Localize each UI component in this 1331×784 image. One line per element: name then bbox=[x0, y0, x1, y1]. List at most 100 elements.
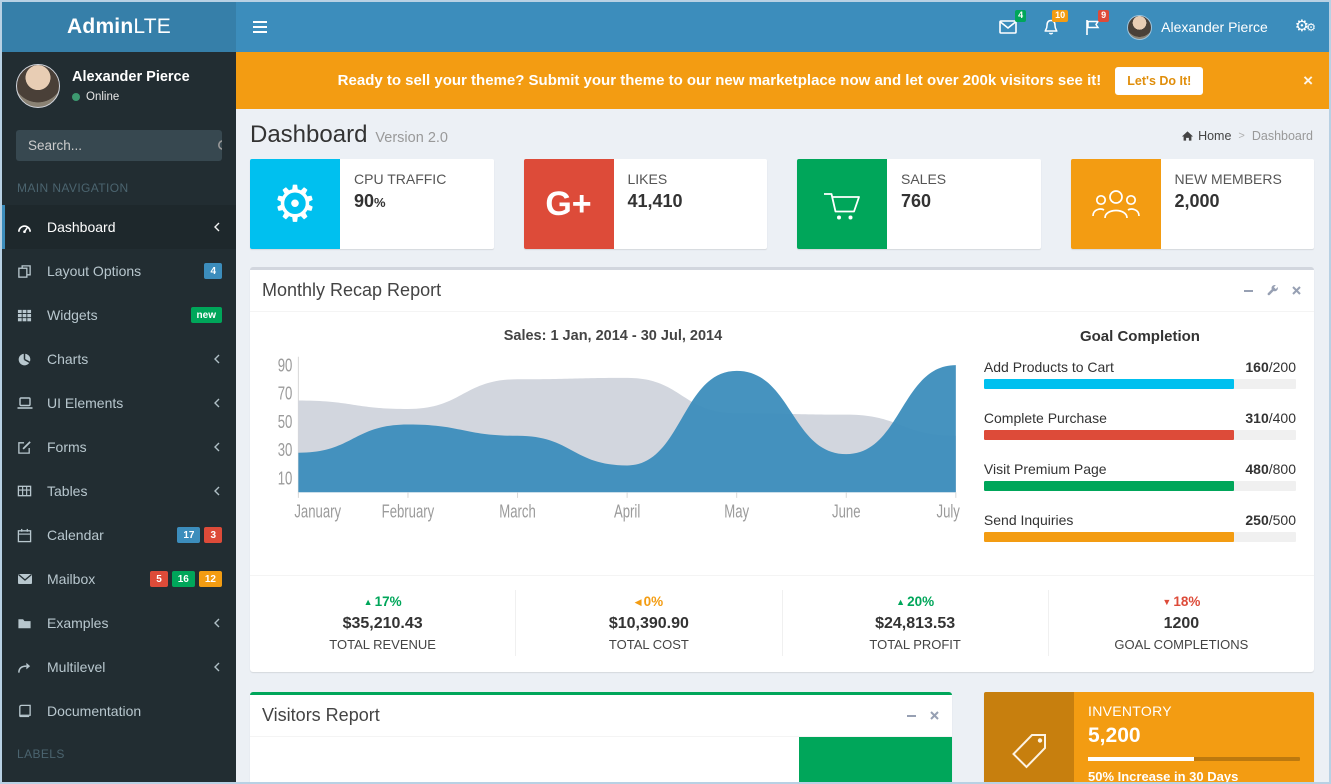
notifications-menu[interactable]: 10 bbox=[1030, 2, 1072, 52]
close-icon[interactable] bbox=[1291, 285, 1302, 296]
sidebar-item-layout-options[interactable]: Layout Options 4 bbox=[2, 249, 236, 293]
content-wrapper: Ready to sell your theme? Submit your th… bbox=[236, 52, 1329, 782]
envelope-icon bbox=[999, 20, 1017, 34]
svg-text:May: May bbox=[724, 503, 749, 522]
svg-text:March: March bbox=[499, 503, 536, 522]
sidebar-toggle-button[interactable] bbox=[236, 2, 284, 52]
sidebar-item-ui-elements[interactable]: UI Elements bbox=[2, 381, 236, 425]
info-box-label: LIKES bbox=[628, 171, 683, 187]
avatar bbox=[1127, 15, 1152, 40]
box-title: Monthly Recap Report bbox=[262, 280, 441, 301]
sidebar-item-dashboard[interactable]: Dashboard bbox=[2, 205, 236, 249]
users-icon bbox=[1071, 159, 1161, 249]
inventory-note: 50% Increase in 30 Days bbox=[1088, 769, 1300, 782]
top-navbar: 4 10 9 Alexander Pierce ⚙⚙ bbox=[236, 2, 1329, 52]
inventory-value: 5,200 bbox=[1088, 724, 1300, 748]
svg-text:February: February bbox=[382, 503, 435, 522]
inventory-box: INVENTORY 5,200 50% Increase in 30 Days bbox=[984, 692, 1314, 782]
calendar-icon bbox=[17, 528, 47, 543]
brand-bold: Admin bbox=[67, 15, 133, 39]
sidebar-item-examples[interactable]: Examples bbox=[2, 601, 236, 645]
chevron-left-icon bbox=[212, 353, 222, 365]
user-name: Alexander Pierce bbox=[1161, 19, 1268, 35]
svg-text:April: April bbox=[614, 503, 640, 522]
svg-text:July: July bbox=[937, 503, 960, 522]
messages-badge: 4 bbox=[1015, 10, 1026, 22]
sidebar-item-documentation[interactable]: Documentation bbox=[2, 689, 236, 733]
sidebar-item-forms[interactable]: Forms bbox=[2, 425, 236, 469]
table-icon bbox=[17, 484, 47, 498]
progress-bar bbox=[984, 430, 1234, 440]
stat-total-revenue: ▲17% $35,210.43 TOTAL REVENUE bbox=[250, 590, 516, 656]
bottom-row: Visitors Report bbox=[250, 692, 1314, 782]
sales-area-chart: 9070503010 JanuaryFebruaryMarchAprilMayJ… bbox=[264, 354, 962, 530]
sidebar-item-label: Dashboard bbox=[47, 219, 212, 235]
close-icon[interactable] bbox=[929, 710, 940, 721]
chart-title: Sales: 1 Jan, 2014 - 30 Jul, 2014 bbox=[264, 328, 962, 344]
sidebar-item-calendar[interactable]: Calendar 17 3 bbox=[2, 513, 236, 557]
chevron-left-icon bbox=[212, 397, 222, 409]
messages-menu[interactable]: 4 bbox=[986, 2, 1030, 52]
search-button[interactable] bbox=[217, 130, 222, 161]
pie-chart-icon bbox=[17, 352, 47, 367]
svg-text:30: 30 bbox=[278, 441, 293, 460]
caret-up-icon: ▲ bbox=[364, 597, 373, 607]
home-icon bbox=[1181, 130, 1194, 142]
inventory-progress-track bbox=[1088, 757, 1300, 761]
minimize-button[interactable] bbox=[1243, 285, 1254, 296]
minimize-button[interactable] bbox=[906, 710, 917, 721]
sidebar-item-label: UI Elements bbox=[47, 395, 212, 411]
envelope-icon bbox=[17, 573, 47, 585]
sidebar-item-label: Examples bbox=[47, 615, 212, 631]
lets-do-it-button[interactable]: Let's Do It! bbox=[1115, 67, 1203, 95]
app-window: AdminLTE 4 10 9 bbox=[0, 0, 1331, 784]
count-badge: 5 bbox=[150, 571, 168, 587]
sidebar-item-widgets[interactable]: Widgets new bbox=[2, 293, 236, 337]
sidebar-user-name: Alexander Pierce bbox=[72, 69, 190, 85]
control-sidebar-toggle[interactable]: ⚙⚙ bbox=[1282, 2, 1329, 52]
dashboard-icon bbox=[17, 220, 47, 234]
sidebar-user-panel: Alexander Pierce Online bbox=[2, 52, 236, 120]
sidebar-item-label: Tables bbox=[47, 483, 212, 499]
page-subtitle: Version 2.0 bbox=[375, 130, 448, 146]
sidebar-section-header: LABELS bbox=[2, 733, 236, 771]
tasks-menu[interactable]: 9 bbox=[1072, 2, 1113, 52]
info-box-likes: G+ LIKES 41,410 bbox=[524, 159, 768, 249]
close-icon[interactable]: × bbox=[1303, 71, 1313, 91]
files-icon bbox=[17, 264, 47, 279]
inventory-label: INVENTORY bbox=[1088, 703, 1300, 719]
info-box-number: 760 bbox=[901, 191, 946, 212]
caret-left-icon: ◀ bbox=[635, 597, 642, 607]
chevron-left-icon bbox=[212, 441, 222, 453]
cart-icon bbox=[797, 159, 887, 249]
main-sidebar: Alexander Pierce Online MAIN NAVIGATION … bbox=[2, 52, 236, 782]
wrench-icon[interactable] bbox=[1266, 284, 1279, 297]
search-icon bbox=[217, 139, 222, 153]
count-badge: 4 bbox=[204, 263, 222, 279]
goal-send-inquiries: Send Inquiries250500 bbox=[984, 512, 1296, 542]
breadcrumb-current: Dashboard bbox=[1252, 129, 1313, 143]
sidebar-item-charts[interactable]: Charts bbox=[2, 337, 236, 381]
visitors-report-box: Visitors Report bbox=[250, 692, 952, 782]
goal-complete-purchase: Complete Purchase310400 bbox=[984, 410, 1296, 440]
svg-text:10: 10 bbox=[278, 470, 293, 489]
breadcrumb-home[interactable]: Home bbox=[1181, 129, 1231, 143]
content-header: Dashboard Version 2.0 Home > Dashboard bbox=[236, 109, 1329, 157]
edit-icon bbox=[17, 440, 47, 455]
search-input[interactable] bbox=[16, 130, 217, 161]
count-badge: 12 bbox=[199, 571, 222, 587]
tag-icon bbox=[984, 692, 1074, 782]
count-badge: 16 bbox=[172, 571, 195, 587]
sidebar-item-mailbox[interactable]: Mailbox 5 16 12 bbox=[2, 557, 236, 601]
sidebar-section-header: MAIN NAVIGATION bbox=[2, 167, 236, 205]
user-menu[interactable]: Alexander Pierce bbox=[1113, 2, 1282, 52]
svg-text:January: January bbox=[294, 503, 341, 522]
sales-chart-panel: Sales: 1 Jan, 2014 - 30 Jul, 2014 907050… bbox=[260, 322, 970, 565]
sidebar-item-multilevel[interactable]: Multilevel bbox=[2, 645, 236, 689]
page-title: Dashboard bbox=[250, 121, 367, 149]
user-status: Online bbox=[72, 91, 190, 103]
count-badge: 3 bbox=[204, 527, 222, 543]
brand-logo[interactable]: AdminLTE bbox=[2, 2, 236, 52]
sidebar-item-tables[interactable]: Tables bbox=[2, 469, 236, 513]
avatar bbox=[16, 64, 60, 108]
